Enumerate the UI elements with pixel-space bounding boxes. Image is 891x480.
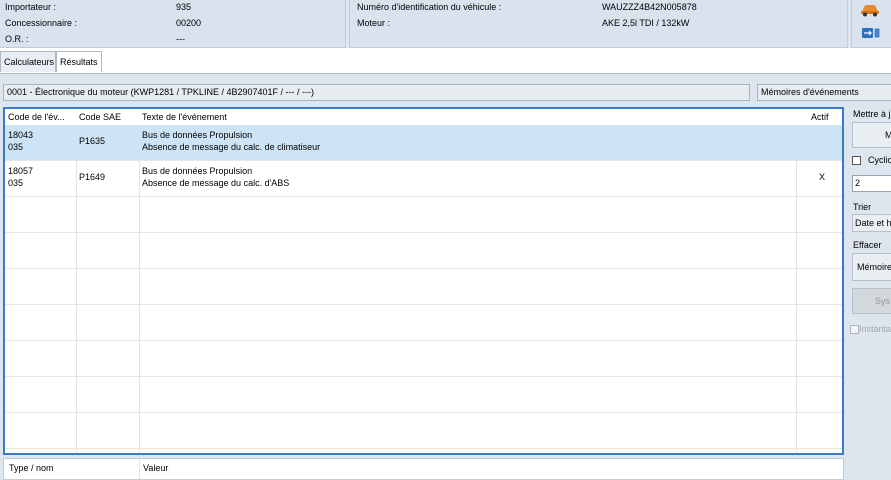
event-text-line2: Absence de message du calc. d'ABS — [142, 178, 290, 188]
sae-code-cell: P1635 — [76, 125, 139, 161]
active-flag: X — [819, 172, 826, 182]
clear-memory-label: Mémoire — [857, 262, 891, 272]
event-subcode: 035 — [8, 178, 24, 188]
sort-value: Date et h — [855, 218, 891, 228]
measured-values-table: Type / nom Valeur — [3, 458, 844, 480]
dealer-label: Concessionnaire : — [5, 18, 78, 28]
tab-calculateurs[interactable]: Calculateurs — [0, 51, 56, 72]
cycle-count-input[interactable]: 2 — [852, 175, 891, 192]
importer-label: Importateur : — [5, 2, 57, 12]
tab-resultats[interactable]: Résultats — [56, 51, 102, 72]
clear-memory-button[interactable]: Mémoire — [852, 253, 891, 281]
clear-label: Effacer — [853, 240, 882, 250]
column-divider — [139, 459, 140, 479]
vehicle-info-right-panel: Numéro d'identification du véhicule : WA… — [349, 0, 848, 48]
dealer-value: 00200 — [176, 18, 202, 28]
column-header-sae-code[interactable]: Code SAE — [76, 109, 139, 125]
sae-code: P1635 — [79, 136, 106, 146]
event-code: 18043 — [8, 130, 34, 140]
event-code: 18057 — [8, 166, 34, 176]
event-text-line1: Bus de données Propulsion — [142, 130, 253, 140]
memory-type-dropdown[interactable]: Mémoires d'événements — [757, 84, 891, 101]
active-cell — [816, 125, 842, 161]
usb-connection-icon[interactable] — [861, 26, 881, 40]
engine-value: AKE 2,5l TDI / 132kW — [602, 18, 690, 28]
column-header-type-name[interactable]: Type / nom — [9, 463, 54, 473]
instant-label: Instanta — [859, 324, 891, 334]
empty-row — [5, 341, 842, 377]
update-button-label: M — [885, 130, 891, 140]
column-header-active[interactable]: Actif — [808, 109, 842, 125]
column-header-event-text[interactable]: Texte de l'événement — [139, 109, 796, 125]
ecu-title-bar: 0001 - Électronique du moteur (KWP1281 /… — [3, 84, 750, 101]
empty-row — [5, 377, 842, 413]
table-row[interactable]: 18057 035 P1649 Bus de données Propulsio… — [5, 161, 842, 197]
vin-label: Numéro d'identification du véhicule : — [357, 2, 502, 12]
event-text-cell: Bus de données Propulsion Absence de mes… — [139, 125, 796, 161]
empty-row — [5, 197, 842, 233]
event-code-cell: 18043 035 — [5, 125, 76, 161]
order-value: --- — [176, 34, 185, 44]
sort-dropdown[interactable]: Date et h — [852, 214, 891, 232]
event-text-line1: Bus de données Propulsion — [142, 166, 253, 176]
column-header-value[interactable]: Valeur — [143, 463, 168, 473]
empty-row — [5, 233, 842, 269]
table-header: Code de l'év... Code SAE Texte de l'évén… — [5, 109, 842, 126]
engine-label: Moteur : — [357, 18, 391, 28]
system-button[interactable]: Sys — [852, 288, 891, 314]
event-memory-table: Code de l'év... Code SAE Texte de l'évén… — [3, 107, 844, 455]
cyclic-checkbox[interactable] — [852, 156, 861, 165]
sae-code: P1649 — [79, 172, 106, 182]
event-code-cell: 18057 035 — [5, 161, 76, 197]
empty-row — [5, 413, 842, 449]
event-subcode: 035 — [8, 142, 24, 152]
table-row[interactable]: 18043 035 P1635 Bus de données Propulsio… — [5, 125, 842, 161]
empty-row — [5, 269, 842, 305]
update-label: Mettre à j — [853, 109, 891, 119]
event-text-line2: Absence de message du calc. de climatise… — [142, 142, 321, 152]
sort-label: Trier — [853, 202, 872, 212]
system-button-label: Sys — [875, 296, 891, 306]
order-label: O.R. : — [5, 34, 29, 44]
car-icon[interactable] — [860, 3, 880, 17]
vehicle-info-left-panel: Importateur : 935 Concessionnaire : 0020… — [0, 0, 346, 48]
side-control-panel: Mettre à j M Cyclic 2 Trier Date et h Ef… — [847, 103, 891, 480]
sae-code-cell: P1649 — [76, 161, 139, 197]
tab-bar: Calculateurs Résultats — [0, 48, 891, 74]
importer-value: 935 — [176, 2, 192, 12]
header-icon-panel — [851, 0, 891, 48]
cycle-count-value: 2 — [855, 178, 861, 188]
instant-checkbox[interactable] — [850, 325, 859, 334]
update-button[interactable]: M — [852, 122, 891, 148]
column-header-event-code[interactable]: Code de l'év... — [5, 109, 76, 125]
vin-value: WAUZZZ4B42N005878 — [602, 2, 697, 12]
event-text-cell: Bus de données Propulsion Absence de mes… — [139, 161, 796, 197]
cyclic-label: Cyclic — [868, 155, 891, 165]
empty-row — [5, 305, 842, 341]
active-cell: X — [816, 161, 842, 197]
